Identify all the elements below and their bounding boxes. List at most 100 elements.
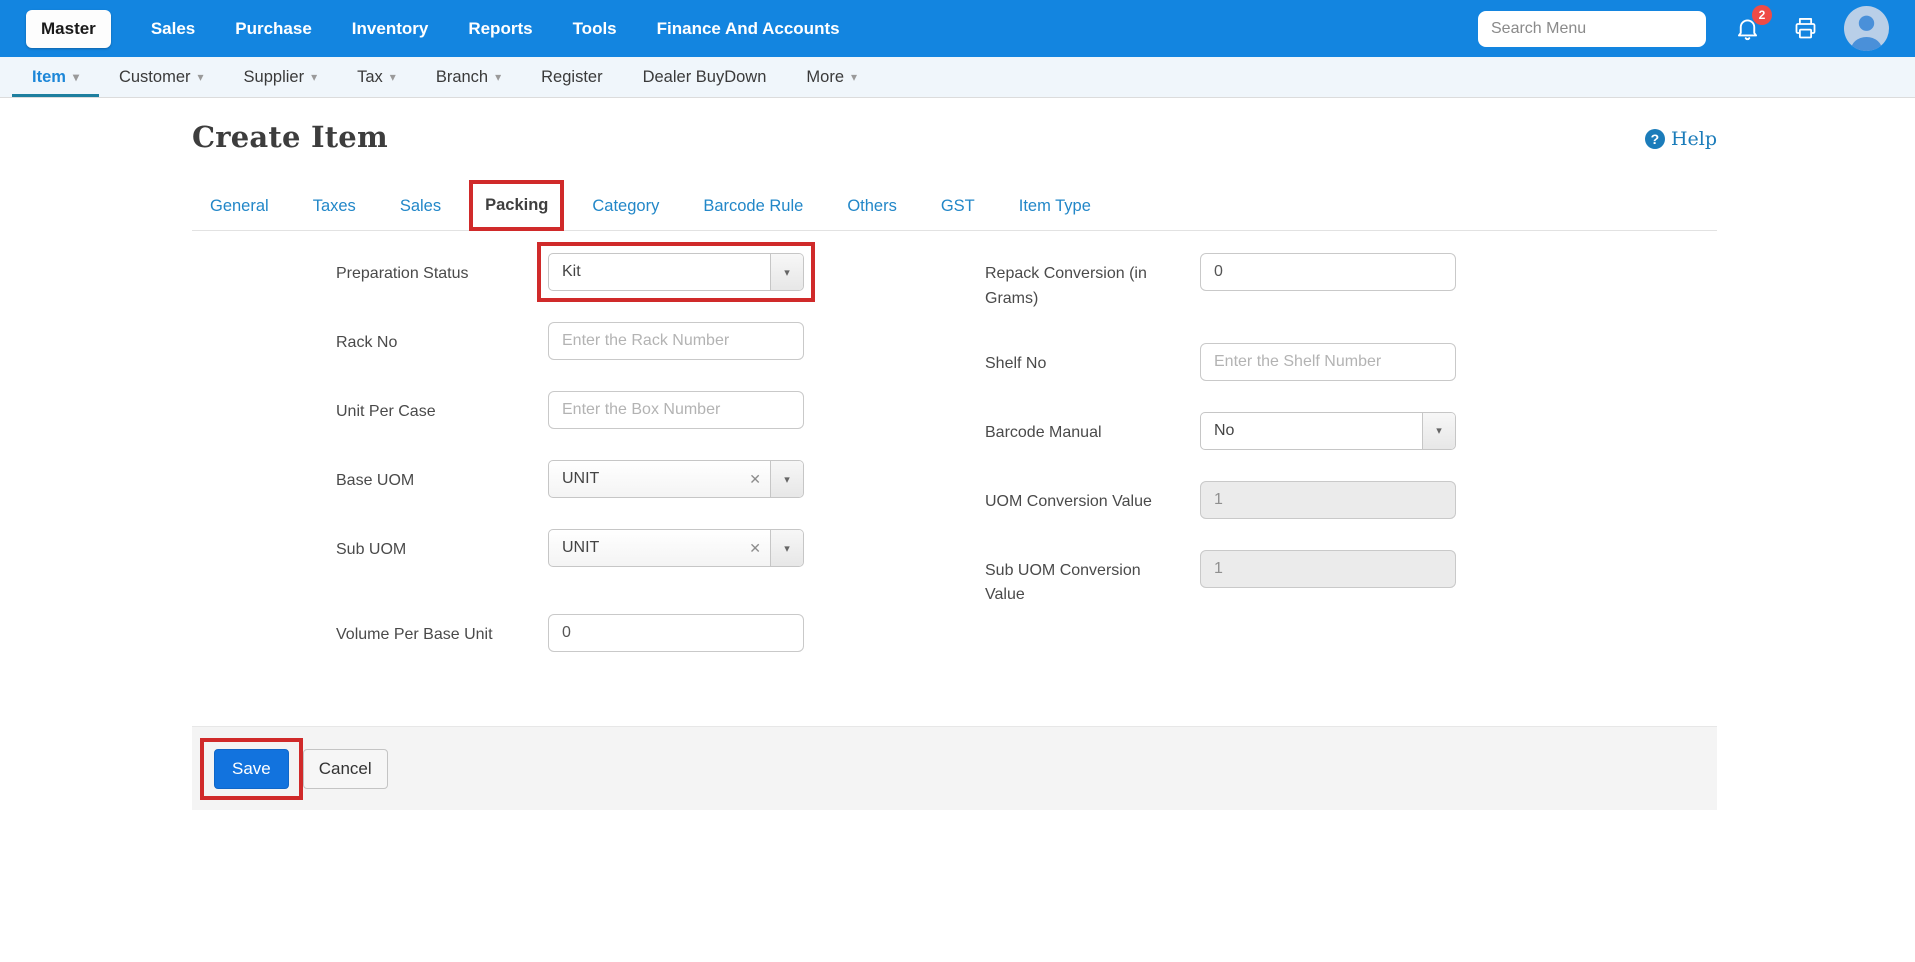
select-value: UNIT	[549, 530, 740, 566]
dropdown-value: No	[1201, 413, 1422, 449]
subnav-item-label: Tax	[357, 68, 383, 87]
save-button[interactable]: Save	[214, 749, 289, 789]
page-header: Create Item ? Help	[192, 98, 1717, 154]
chevron-down-icon[interactable]: ▾	[770, 530, 803, 566]
subnav-item-label: Register	[541, 68, 602, 87]
field-label: UOM Conversion Value	[985, 481, 1200, 515]
field-row-sub-uom-conversion-value: Sub UOM Conversion Value	[985, 550, 1456, 609]
nav-item-finance-and-accounts[interactable]: Finance And Accounts	[657, 19, 840, 39]
shelf-no-input[interactable]	[1200, 343, 1456, 381]
field-row-repack-conversion: Repack Conversion (in Grams)	[985, 253, 1456, 312]
nav-item-inventory[interactable]: Inventory	[352, 19, 429, 39]
search-input[interactable]	[1478, 11, 1706, 47]
subnav-item-more[interactable]: More ▾	[786, 57, 877, 97]
unit-per-case-input[interactable]	[548, 391, 804, 429]
field-row-unit-per-case: Unit Per Case	[336, 391, 804, 429]
tab-others[interactable]: Others	[845, 191, 899, 230]
chevron-down-icon: ▾	[73, 70, 79, 84]
clear-icon[interactable]: ✕	[740, 461, 770, 497]
tab-gst[interactable]: GST	[939, 191, 977, 230]
chevron-down-icon: ▾	[851, 70, 857, 84]
annotation-box-packing-tab: Packing	[469, 180, 564, 231]
subnav-item-item[interactable]: Item ▾	[12, 57, 99, 97]
field-row-volume-per-base-unit: Volume Per Base Unit	[336, 614, 804, 652]
field-row-base-uom: Base UOM UNIT ✕ ▾	[336, 460, 804, 498]
field-label: Sub UOM	[336, 529, 548, 563]
main-content: Create Item ? Help General Taxes Sales P…	[0, 98, 1915, 810]
subnav-item-label: More	[806, 68, 844, 87]
tab-barcode-rule[interactable]: Barcode Rule	[701, 191, 805, 230]
help-icon: ?	[1645, 129, 1665, 149]
field-label: Preparation Status	[336, 253, 548, 287]
volume-per-base-unit-input[interactable]	[548, 614, 804, 652]
barcode-manual-dropdown[interactable]: No ▾	[1200, 412, 1456, 450]
uom-conversion-value-input	[1200, 481, 1456, 519]
cancel-button[interactable]: Cancel	[303, 749, 388, 789]
notification-badge: 2	[1752, 5, 1772, 25]
print-button[interactable]	[1788, 12, 1822, 46]
subnav-item-label: Branch	[436, 68, 488, 87]
form-column-right: Repack Conversion (in Grams) Shelf No Ba…	[985, 253, 1456, 639]
subnav-item-tax[interactable]: Tax ▾	[337, 57, 416, 97]
field-row-preparation-status: Preparation Status Kit ▾	[336, 253, 804, 291]
page-title: Create Item	[192, 120, 388, 154]
subnav-item-register[interactable]: Register	[521, 57, 622, 97]
user-avatar[interactable]	[1844, 6, 1889, 51]
field-label: Sub UOM Conversion Value	[985, 550, 1200, 609]
subnav-item-label: Supplier	[244, 68, 305, 87]
top-navbar: Master Sales Purchase Inventory Reports …	[0, 0, 1915, 57]
person-icon	[1844, 6, 1889, 51]
nav-item-master[interactable]: Master	[26, 10, 111, 48]
field-label: Base UOM	[336, 460, 548, 494]
chevron-down-icon[interactable]: ▾	[1422, 413, 1455, 449]
field-label: Unit Per Case	[336, 391, 548, 425]
tab-general[interactable]: General	[208, 191, 271, 230]
repack-conversion-input[interactable]	[1200, 253, 1456, 291]
rack-no-input[interactable]	[548, 322, 804, 360]
field-label: Rack No	[336, 322, 548, 356]
sub-uom-select[interactable]: UNIT ✕ ▾	[548, 529, 804, 567]
select-value: UNIT	[549, 461, 740, 497]
nav-item-sales[interactable]: Sales	[151, 19, 195, 39]
nav-item-purchase[interactable]: Purchase	[235, 19, 312, 39]
tab-packing[interactable]: Packing	[483, 190, 550, 219]
chevron-down-icon: ▾	[390, 70, 396, 84]
sub-navbar: Item ▾ Customer ▾ Supplier ▾ Tax ▾ Branch ▾ R…	[0, 57, 1915, 98]
subnav-item-label: Customer	[119, 68, 191, 87]
help-label: Help	[1671, 128, 1717, 150]
notifications-button[interactable]: 2	[1730, 12, 1764, 46]
subnav-item-dealer-buydown[interactable]: Dealer BuyDown	[623, 57, 787, 97]
field-label: Shelf No	[985, 343, 1200, 377]
field-row-barcode-manual: Barcode Manual No ▾	[985, 412, 1456, 450]
form-footer: Save Cancel	[192, 726, 1717, 810]
subnav-item-label: Item	[32, 68, 66, 87]
tab-sales[interactable]: Sales	[398, 191, 443, 230]
field-label: Repack Conversion (in Grams)	[985, 253, 1200, 312]
chevron-down-icon: ▾	[311, 70, 317, 84]
subnav-item-supplier[interactable]: Supplier ▾	[224, 57, 338, 97]
preparation-status-dropdown[interactable]: Kit ▾	[548, 253, 804, 291]
help-link[interactable]: ? Help	[1645, 128, 1717, 150]
chevron-down-icon[interactable]: ▾	[770, 461, 803, 497]
nav-item-tools[interactable]: Tools	[573, 19, 617, 39]
base-uom-select[interactable]: UNIT ✕ ▾	[548, 460, 804, 498]
field-label: Volume Per Base Unit	[336, 614, 548, 648]
chevron-down-icon: ▾	[198, 70, 204, 84]
subnav-item-customer[interactable]: Customer ▾	[99, 57, 224, 97]
chevron-down-icon[interactable]: ▾	[770, 254, 803, 290]
annotation-box-preparation-status: Kit ▾	[537, 242, 815, 302]
subnav-item-branch[interactable]: Branch ▾	[416, 57, 521, 97]
tab-item-type[interactable]: Item Type	[1017, 191, 1093, 230]
field-label: Barcode Manual	[985, 412, 1200, 446]
app-window: Master Sales Purchase Inventory Reports …	[0, 0, 1915, 962]
nav-item-reports[interactable]: Reports	[468, 19, 532, 39]
tab-category[interactable]: Category	[590, 191, 661, 230]
field-row-sub-uom: Sub UOM UNIT ✕ ▾	[336, 529, 804, 567]
clear-icon[interactable]: ✕	[740, 530, 770, 566]
tab-bar: General Taxes Sales Packing Category Bar…	[192, 190, 1717, 231]
tab-taxes[interactable]: Taxes	[311, 191, 358, 230]
chevron-down-icon: ▾	[495, 70, 501, 84]
packing-form: Preparation Status Kit ▾ Rack No	[192, 231, 1717, 683]
form-column-left: Preparation Status Kit ▾ Rack No	[336, 253, 804, 683]
printer-icon	[1792, 15, 1819, 42]
